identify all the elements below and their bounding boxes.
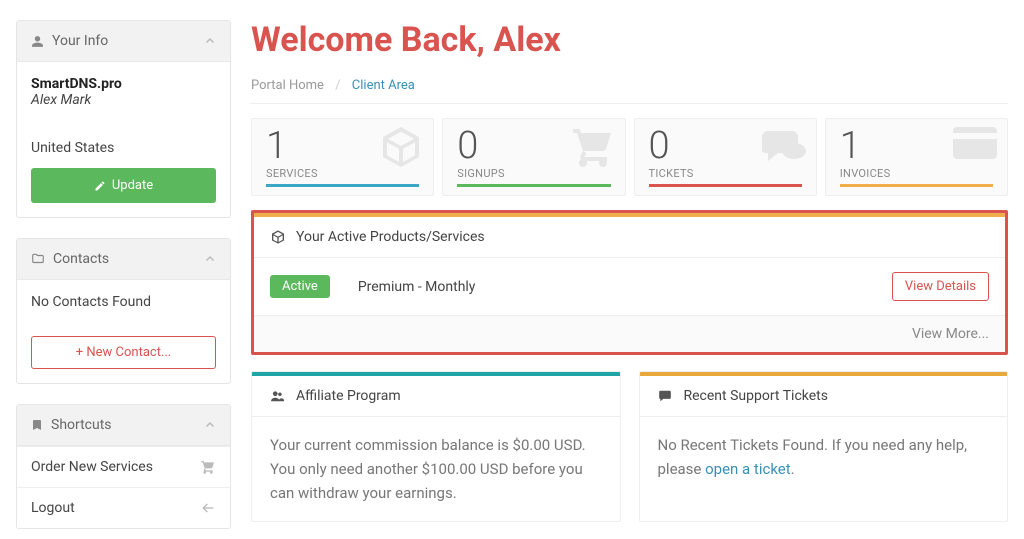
active-products-panel: Your Active Products/Services Active Pre…	[251, 210, 1008, 355]
stat-invoices-label: INVOICES	[840, 167, 993, 180]
shortcuts-header[interactable]: Shortcuts	[17, 405, 230, 446]
status-badge: Active	[270, 275, 330, 298]
chevron-up-icon	[204, 419, 216, 431]
product-row[interactable]: Active Premium - Monthly View Details	[254, 258, 1005, 316]
cart-icon	[569, 123, 617, 171]
contacts-empty-text: No Contacts Found	[17, 280, 230, 324]
your-info-header[interactable]: Your Info	[17, 21, 230, 62]
view-more-link[interactable]: View More...	[254, 316, 1005, 352]
stat-tickets[interactable]: 0 TICKETS	[634, 118, 817, 196]
stat-services[interactable]: 1 SERVICES	[251, 118, 434, 196]
cube-icon	[270, 229, 286, 245]
active-products-header: Your Active Products/Services	[254, 217, 1005, 258]
cart-icon	[200, 459, 216, 475]
chevron-up-icon	[204, 253, 216, 265]
account-country: United States	[31, 140, 216, 156]
users-icon	[268, 389, 286, 403]
your-info-panel: Your Info SmartDNS.pro Alex Mark United …	[16, 20, 231, 218]
shortcut-order-label: Order New Services	[31, 459, 153, 475]
user-icon	[31, 35, 44, 48]
credit-card-icon	[951, 123, 999, 163]
shortcut-logout-label: Logout	[31, 500, 75, 516]
update-button[interactable]: Update	[31, 168, 216, 203]
tickets-title: Recent Support Tickets	[684, 388, 828, 404]
page-title: Welcome Back, Alex	[251, 20, 1008, 60]
breadcrumb: Portal Home / Client Area	[251, 70, 1008, 104]
contacts-title: Contacts	[53, 251, 109, 267]
arrow-left-icon	[200, 500, 216, 516]
account-brand: SmartDNS.pro	[31, 76, 216, 92]
bookmark-icon	[31, 418, 43, 432]
contacts-header[interactable]: Contacts	[17, 239, 230, 280]
stat-invoices[interactable]: 1 INVOICES	[825, 118, 1008, 196]
view-details-button[interactable]: View Details	[892, 272, 989, 301]
tickets-card: Recent Support Tickets No Recent Tickets…	[639, 371, 1009, 522]
your-info-body: SmartDNS.pro Alex Mark United States Upd…	[17, 62, 230, 217]
product-name: Premium - Monthly	[358, 279, 476, 295]
open-ticket-link[interactable]: open a ticket	[705, 460, 791, 478]
affiliate-body: Your current commission balance is $0.00…	[252, 417, 620, 521]
stat-signups[interactable]: 0 SIGNUPS	[442, 118, 625, 196]
shortcuts-panel: Shortcuts Order New Services Logout	[16, 404, 231, 529]
tickets-body: No Recent Tickets Found. If you need any…	[640, 417, 1008, 497]
your-info-title: Your Info	[52, 33, 108, 49]
stats-row: 1 SERVICES 0 SIGNUPS 0 TICKETS	[251, 118, 1008, 196]
contacts-panel: Contacts No Contacts Found + New Contact…	[16, 238, 231, 384]
update-label: Update	[112, 178, 153, 193]
comment-icon	[656, 389, 674, 403]
pencil-icon	[94, 180, 106, 192]
breadcrumb-current[interactable]: Client Area	[352, 78, 415, 93]
breadcrumb-home[interactable]: Portal Home	[251, 78, 324, 93]
new-contact-button[interactable]: + New Contact...	[31, 336, 216, 369]
shortcut-order-services[interactable]: Order New Services	[17, 446, 230, 487]
tickets-text-post: .	[791, 460, 795, 478]
breadcrumb-separator: /	[335, 78, 340, 93]
shortcut-logout[interactable]: Logout	[17, 487, 230, 528]
folder-icon	[31, 252, 45, 266]
affiliate-card: Affiliate Program Your current commissio…	[251, 371, 621, 522]
shortcuts-title: Shortcuts	[51, 417, 112, 433]
tickets-text-pre: No Recent Tickets Found. If you need any…	[658, 436, 968, 478]
affiliate-title: Affiliate Program	[296, 388, 401, 404]
active-products-title: Your Active Products/Services	[296, 229, 485, 245]
comments-icon	[760, 123, 808, 171]
cube-icon	[377, 123, 425, 171]
account-name: Alex Mark	[31, 92, 216, 108]
chevron-up-icon	[204, 35, 216, 47]
